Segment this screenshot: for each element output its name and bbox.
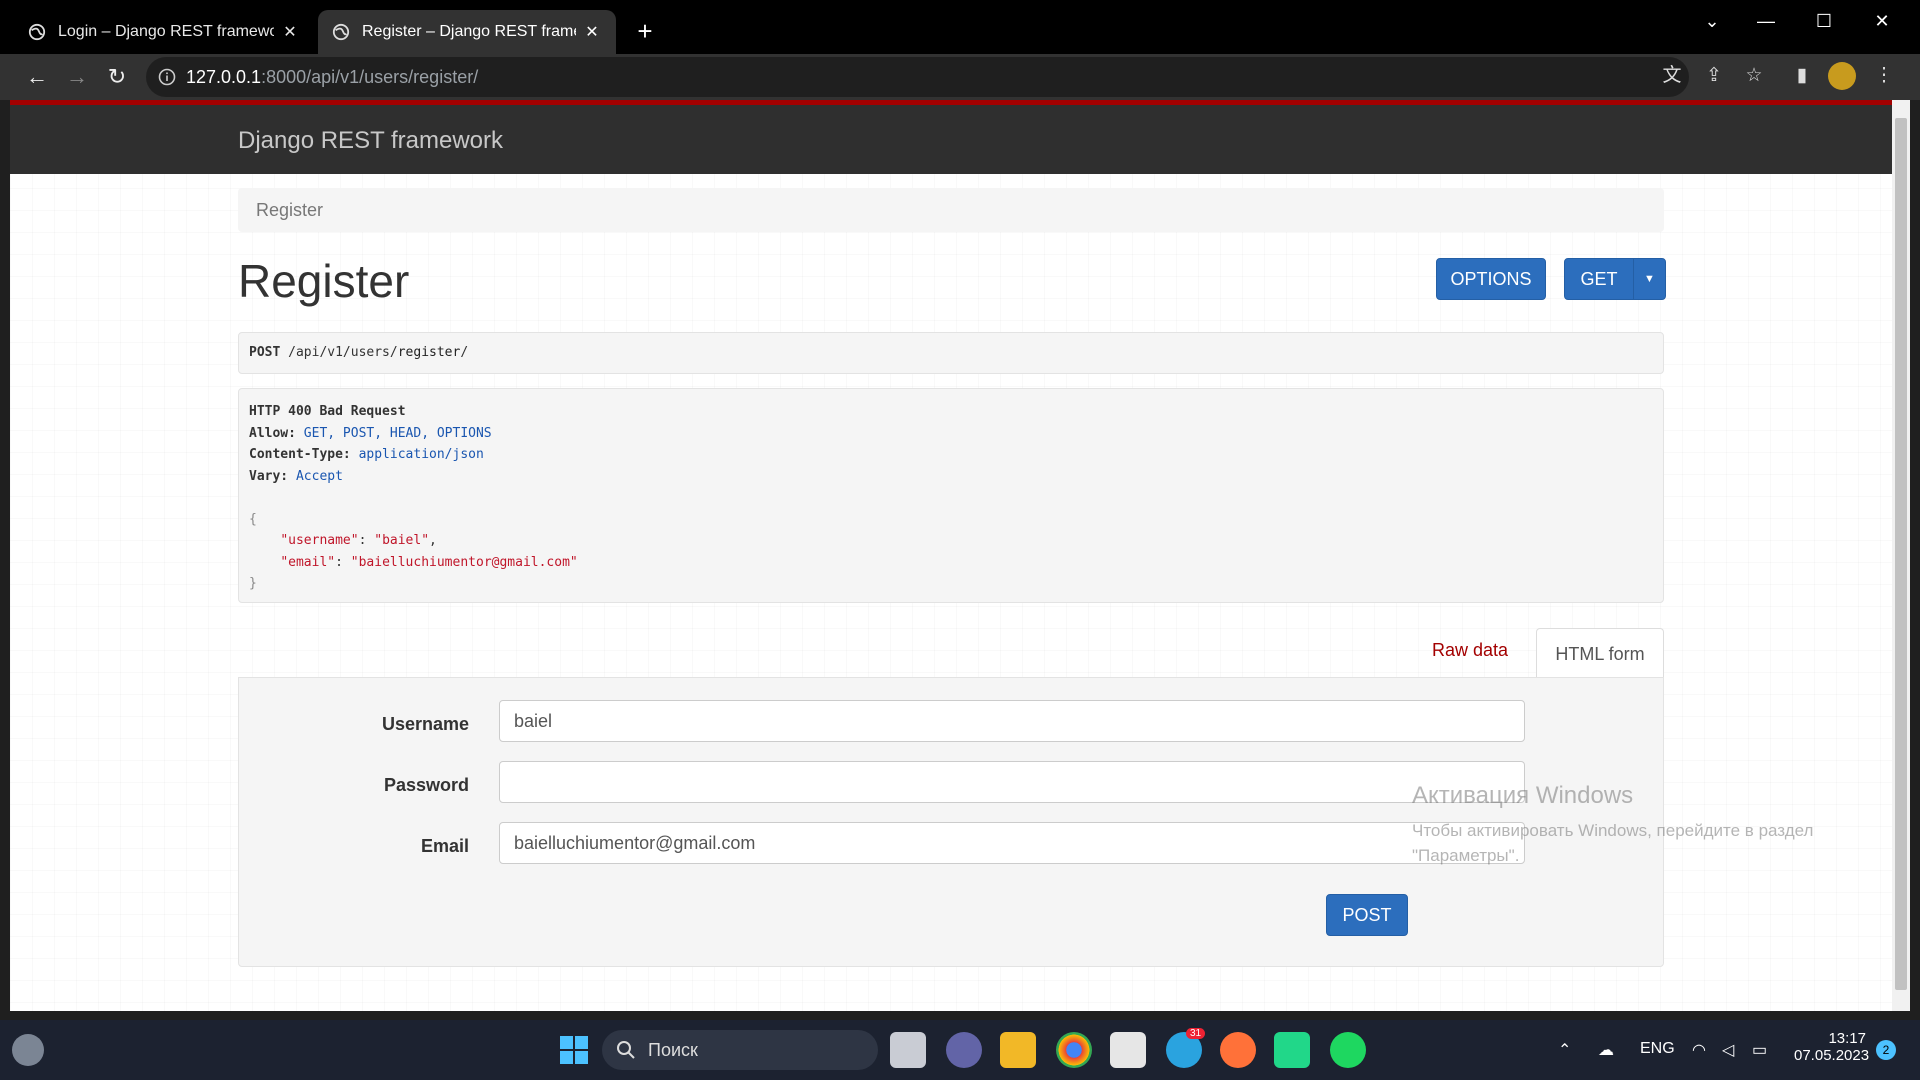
username-input[interactable]: baiel: [499, 700, 1525, 742]
request-path-suffix: /: [460, 345, 469, 360]
url-path: :8000/api/v1/users/register/: [261, 67, 479, 87]
tab-title: Login – Django REST framework: [58, 23, 274, 40]
browser-title-bar: Login – Django REST framework ✕ Register…: [0, 0, 1920, 54]
tab-title: Register – Django REST framework: [362, 23, 576, 40]
back-arrow-icon[interactable]: ←: [22, 62, 52, 92]
allow-header-value: GET, POST, HEAD, OPTIONS: [303, 425, 492, 441]
info-icon[interactable]: [158, 68, 176, 86]
json-key-username: "username": [280, 533, 359, 548]
browser-toolbar: ← → ↻ 127.0.0.1:8000/api/v1/users/regist…: [0, 54, 1920, 100]
email-label: Email: [420, 836, 469, 856]
teams-icon[interactable]: [946, 1032, 982, 1068]
chrome-icon[interactable]: [1056, 1032, 1092, 1068]
clock[interactable]: 13:17 07.05.2023: [1794, 1030, 1870, 1064]
options-button[interactable]: OPTIONS: [1436, 258, 1546, 300]
new-tab-button[interactable]: +: [630, 16, 660, 46]
email-input[interactable]: baielluchiumentor@gmail.com: [499, 822, 1525, 864]
watermark-text-2: "Параметры".: [1412, 846, 1520, 865]
request-path-prefix: /api/v1/users/: [288, 345, 398, 360]
json-open-brace: {: [249, 511, 257, 527]
telegram-icon[interactable]: 31: [1166, 1028, 1206, 1068]
content-type-key: Content-Type:: [249, 447, 351, 462]
get-button[interactable]: GET: [1564, 258, 1634, 300]
minimize-button[interactable]: —: [1746, 8, 1786, 34]
telegram-badge: 31: [1186, 1028, 1206, 1039]
reload-icon[interactable]: ↻: [102, 62, 132, 92]
spotify-icon[interactable]: [1330, 1032, 1366, 1068]
chevron-up-icon[interactable]: ⌃: [1558, 1040, 1571, 1060]
tab-html-form[interactable]: HTML form: [1536, 628, 1664, 678]
clock-date: 07.05.2023: [1794, 1047, 1870, 1064]
tab-login[interactable]: Login – Django REST framework ✕: [14, 10, 314, 54]
menu-dots-icon[interactable]: ⋮: [1870, 62, 1898, 90]
firefox-icon[interactable]: [1220, 1032, 1256, 1068]
star-icon[interactable]: ☆: [1740, 62, 1768, 90]
notification-badge[interactable]: 2: [1876, 1040, 1896, 1060]
search-placeholder: Поиск: [648, 1040, 698, 1060]
start-icon[interactable]: [556, 1032, 592, 1068]
scrollbar-thumb[interactable]: [1895, 118, 1907, 990]
share-icon[interactable]: ⇪: [1700, 62, 1728, 90]
windows-taskbar: Поиск 31 ⌃ ☁ ENG ◠ ◁ ▭ 13:17 07.05.2023 …: [0, 1020, 1920, 1080]
tab-register[interactable]: Register – Django REST framework ✕: [318, 10, 616, 54]
language-indicator[interactable]: ENG: [1640, 1040, 1675, 1058]
response-info: HTTP 400 Bad Request Allow: GET, POST, H…: [238, 388, 1664, 603]
globe-icon: [28, 23, 46, 41]
profile-avatar[interactable]: [1828, 62, 1856, 90]
vary-header-value: Accept: [295, 468, 343, 484]
store-icon[interactable]: [1110, 1032, 1146, 1068]
weather-icon[interactable]: [12, 1034, 44, 1066]
password-input[interactable]: [499, 761, 1525, 803]
request-method: POST: [249, 345, 281, 360]
task-view-icon[interactable]: [890, 1032, 926, 1068]
taskbar-search[interactable]: Поиск: [602, 1030, 878, 1070]
close-window-button[interactable]: ✕: [1862, 8, 1902, 34]
get-format-dropdown[interactable]: ▼: [1633, 258, 1666, 300]
address-bar[interactable]: 127.0.0.1:8000/api/v1/users/register/: [146, 57, 1689, 97]
vary-header-key: Vary:: [249, 468, 289, 484]
translate-icon[interactable]: 文: [1658, 62, 1686, 90]
json-key-email: "email": [280, 554, 336, 570]
volume-icon[interactable]: ◁: [1722, 1040, 1734, 1060]
password-label: Password: [383, 775, 469, 795]
url-text[interactable]: 127.0.0.1:8000/api/v1/users/register/: [186, 67, 478, 88]
brand-link[interactable]: Django REST framework: [238, 127, 503, 155]
web-page: Django REST framework Register Register …: [10, 100, 1892, 1011]
search-icon: [617, 1041, 635, 1059]
pycharm-icon[interactable]: [1274, 1032, 1310, 1068]
response-status: HTTP 400 Bad Request: [249, 404, 406, 419]
clock-time: 13:17: [1828, 1030, 1866, 1047]
close-icon[interactable]: ✕: [280, 22, 300, 42]
url-host: 127.0.0.1: [186, 67, 262, 87]
username-label: Username: [381, 714, 469, 734]
json-close-brace: }: [249, 576, 257, 591]
file-explorer-icon[interactable]: [1000, 1032, 1036, 1068]
wifi-icon[interactable]: ◠: [1692, 1040, 1706, 1060]
side-panel-icon[interactable]: ▮: [1788, 62, 1816, 90]
globe-icon: [332, 23, 350, 41]
maximize-button[interactable]: ☐: [1804, 8, 1844, 34]
request-info: POST /api/v1/users/register/: [238, 332, 1664, 374]
close-icon[interactable]: ✕: [582, 22, 602, 42]
json-value-username: "baiel": [374, 533, 430, 548]
drf-navbar: Django REST framework: [10, 100, 1892, 174]
watermark-text: Чтобы активировать Windows, перейдите в …: [1412, 821, 1814, 840]
watermark-title: Активация Windows: [1412, 782, 1634, 809]
windows-activation-watermark: Активация Windows Чтобы активировать Win…: [1412, 782, 1813, 868]
forward-arrow-icon[interactable]: →: [62, 62, 92, 92]
request-path-link[interactable]: register: [398, 345, 461, 360]
cloud-icon[interactable]: ☁: [1598, 1040, 1614, 1060]
page-title: Register: [238, 255, 410, 307]
post-button[interactable]: POST: [1326, 894, 1408, 936]
battery-icon[interactable]: ▭: [1752, 1040, 1767, 1060]
breadcrumb: Register: [238, 188, 1664, 232]
page-scrollbar[interactable]: [1892, 100, 1910, 1011]
tab-search-icon[interactable]: ⌄: [1692, 8, 1732, 34]
json-value-email: "baielluchiumentor@gmail.com": [350, 554, 578, 570]
allow-header-key: Allow:: [249, 425, 296, 441]
content-type-value: application/json: [358, 447, 484, 462]
tab-raw-data[interactable]: Raw data: [1432, 640, 1508, 661]
breadcrumb-item-register[interactable]: Register: [256, 200, 323, 221]
